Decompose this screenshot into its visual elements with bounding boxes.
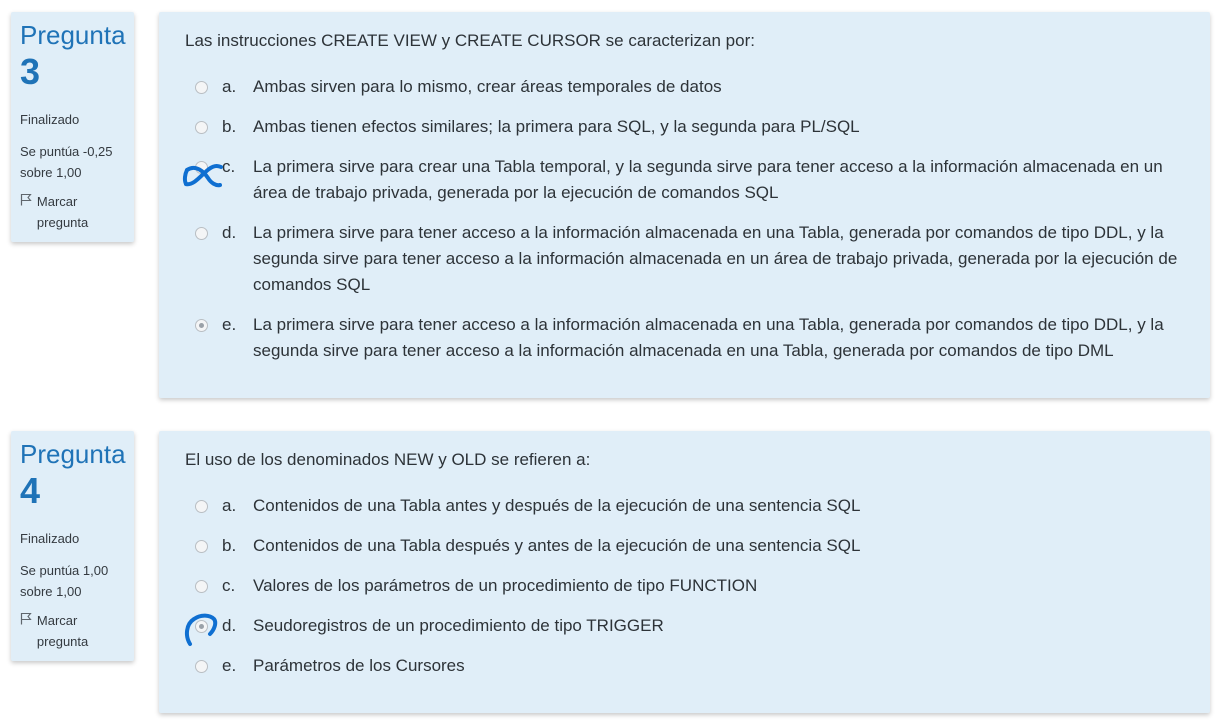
radio-button[interactable]	[195, 580, 208, 593]
option-letter: e.	[222, 656, 237, 675]
flag-question-link[interactable]: Marcar pregunta	[20, 610, 125, 652]
flag-icon	[20, 191, 33, 233]
question-grade: Se puntúa 1,00 sobre 1,00	[20, 563, 109, 599]
option-letter: d.	[222, 223, 237, 242]
option-letter: a.	[222, 77, 237, 96]
option-text: La primera sirve para tener acceso a la …	[253, 223, 1178, 294]
radio-button[interactable]	[195, 227, 208, 240]
radio-button-selected[interactable]	[195, 319, 208, 332]
answer-option-b[interactable]: b. Contenidos de una Tabla después y ant…	[185, 533, 1184, 559]
answer-option-a[interactable]: a. Ambas sirven para lo mismo, crear áre…	[185, 74, 1184, 100]
answer-options: a. Ambas sirven para lo mismo, crear áre…	[185, 74, 1184, 364]
radio-button[interactable]	[195, 540, 208, 553]
answer-option-b[interactable]: b. Ambas tienen efectos similares; la pr…	[185, 114, 1184, 140]
answer-option-d[interactable]: d. Seudoregistros de un procedimiento de…	[185, 613, 1184, 639]
question-info-3: Pregunta 3 Finalizado Se puntúa -0,25 so…	[11, 12, 134, 242]
answer-option-e[interactable]: e. Parámetros de los Cursores	[185, 653, 1184, 679]
radio-button[interactable]	[195, 161, 208, 174]
question-label: Pregunta	[20, 439, 126, 469]
flag-question-link[interactable]: Marcar pregunta	[20, 191, 125, 233]
question-state: Finalizado	[20, 531, 80, 546]
option-letter: c.	[222, 576, 236, 595]
option-text: Parámetros de los Cursores	[253, 656, 465, 675]
option-text: Contenidos de una Tabla antes y después …	[253, 496, 861, 515]
option-letter: d.	[222, 616, 237, 635]
option-text: La primera sirve para crear una Tabla te…	[253, 157, 1163, 202]
option-text: La primera sirve para tener acceso a la …	[253, 315, 1164, 360]
radio-button-selected[interactable]	[195, 620, 208, 633]
question-info-4: Pregunta 4 Finalizado Se puntúa 1,00 sob…	[11, 431, 134, 661]
option-text: Contenidos de una Tabla después y antes …	[253, 536, 861, 555]
answer-option-c[interactable]: c. La primera sirve para crear una Tabla…	[185, 154, 1184, 206]
answer-option-a[interactable]: a. Contenidos de una Tabla antes y despu…	[185, 493, 1184, 519]
question-text: El uso de los denominados NEW y OLD se r…	[185, 450, 591, 469]
option-letter: b.	[222, 536, 237, 555]
question-number: 3	[20, 51, 41, 92]
option-letter: a.	[222, 496, 237, 515]
question-grade: Se puntúa -0,25 sobre 1,00	[20, 144, 113, 180]
question-number: 4	[20, 470, 41, 511]
answer-options: a. Contenidos de una Tabla antes y despu…	[185, 493, 1184, 679]
radio-button[interactable]	[195, 660, 208, 673]
question-label: Pregunta	[20, 20, 126, 50]
flag-icon	[20, 610, 33, 652]
question-formulation-3: Las instrucciones CREATE VIEW y CREATE C…	[159, 12, 1210, 398]
option-letter: c.	[222, 157, 236, 176]
answer-option-c[interactable]: c. Valores de los parámetros de un proce…	[185, 573, 1184, 599]
flag-label: Marcar pregunta	[36, 194, 89, 230]
radio-button[interactable]	[195, 81, 208, 94]
flag-label: Marcar pregunta	[36, 613, 89, 649]
option-text: Seudoregistros de un procedimiento de ti…	[253, 616, 664, 635]
question-text: Las instrucciones CREATE VIEW y CREATE C…	[185, 31, 755, 50]
option-letter: e.	[222, 315, 237, 334]
question-state: Finalizado	[20, 112, 80, 127]
option-text: Valores de los parámetros de un procedim…	[253, 576, 758, 595]
question-formulation-4: El uso de los denominados NEW y OLD se r…	[159, 431, 1210, 713]
option-text: Ambas sirven para lo mismo, crear áreas …	[253, 77, 722, 96]
radio-button[interactable]	[195, 121, 208, 134]
answer-option-d[interactable]: d. La primera sirve para tener acceso a …	[185, 220, 1184, 298]
option-letter: b.	[222, 117, 237, 136]
answer-option-e[interactable]: e. La primera sirve para tener acceso a …	[185, 312, 1184, 364]
radio-button[interactable]	[195, 500, 208, 513]
option-text: Ambas tienen efectos similares; la prime…	[253, 117, 860, 136]
